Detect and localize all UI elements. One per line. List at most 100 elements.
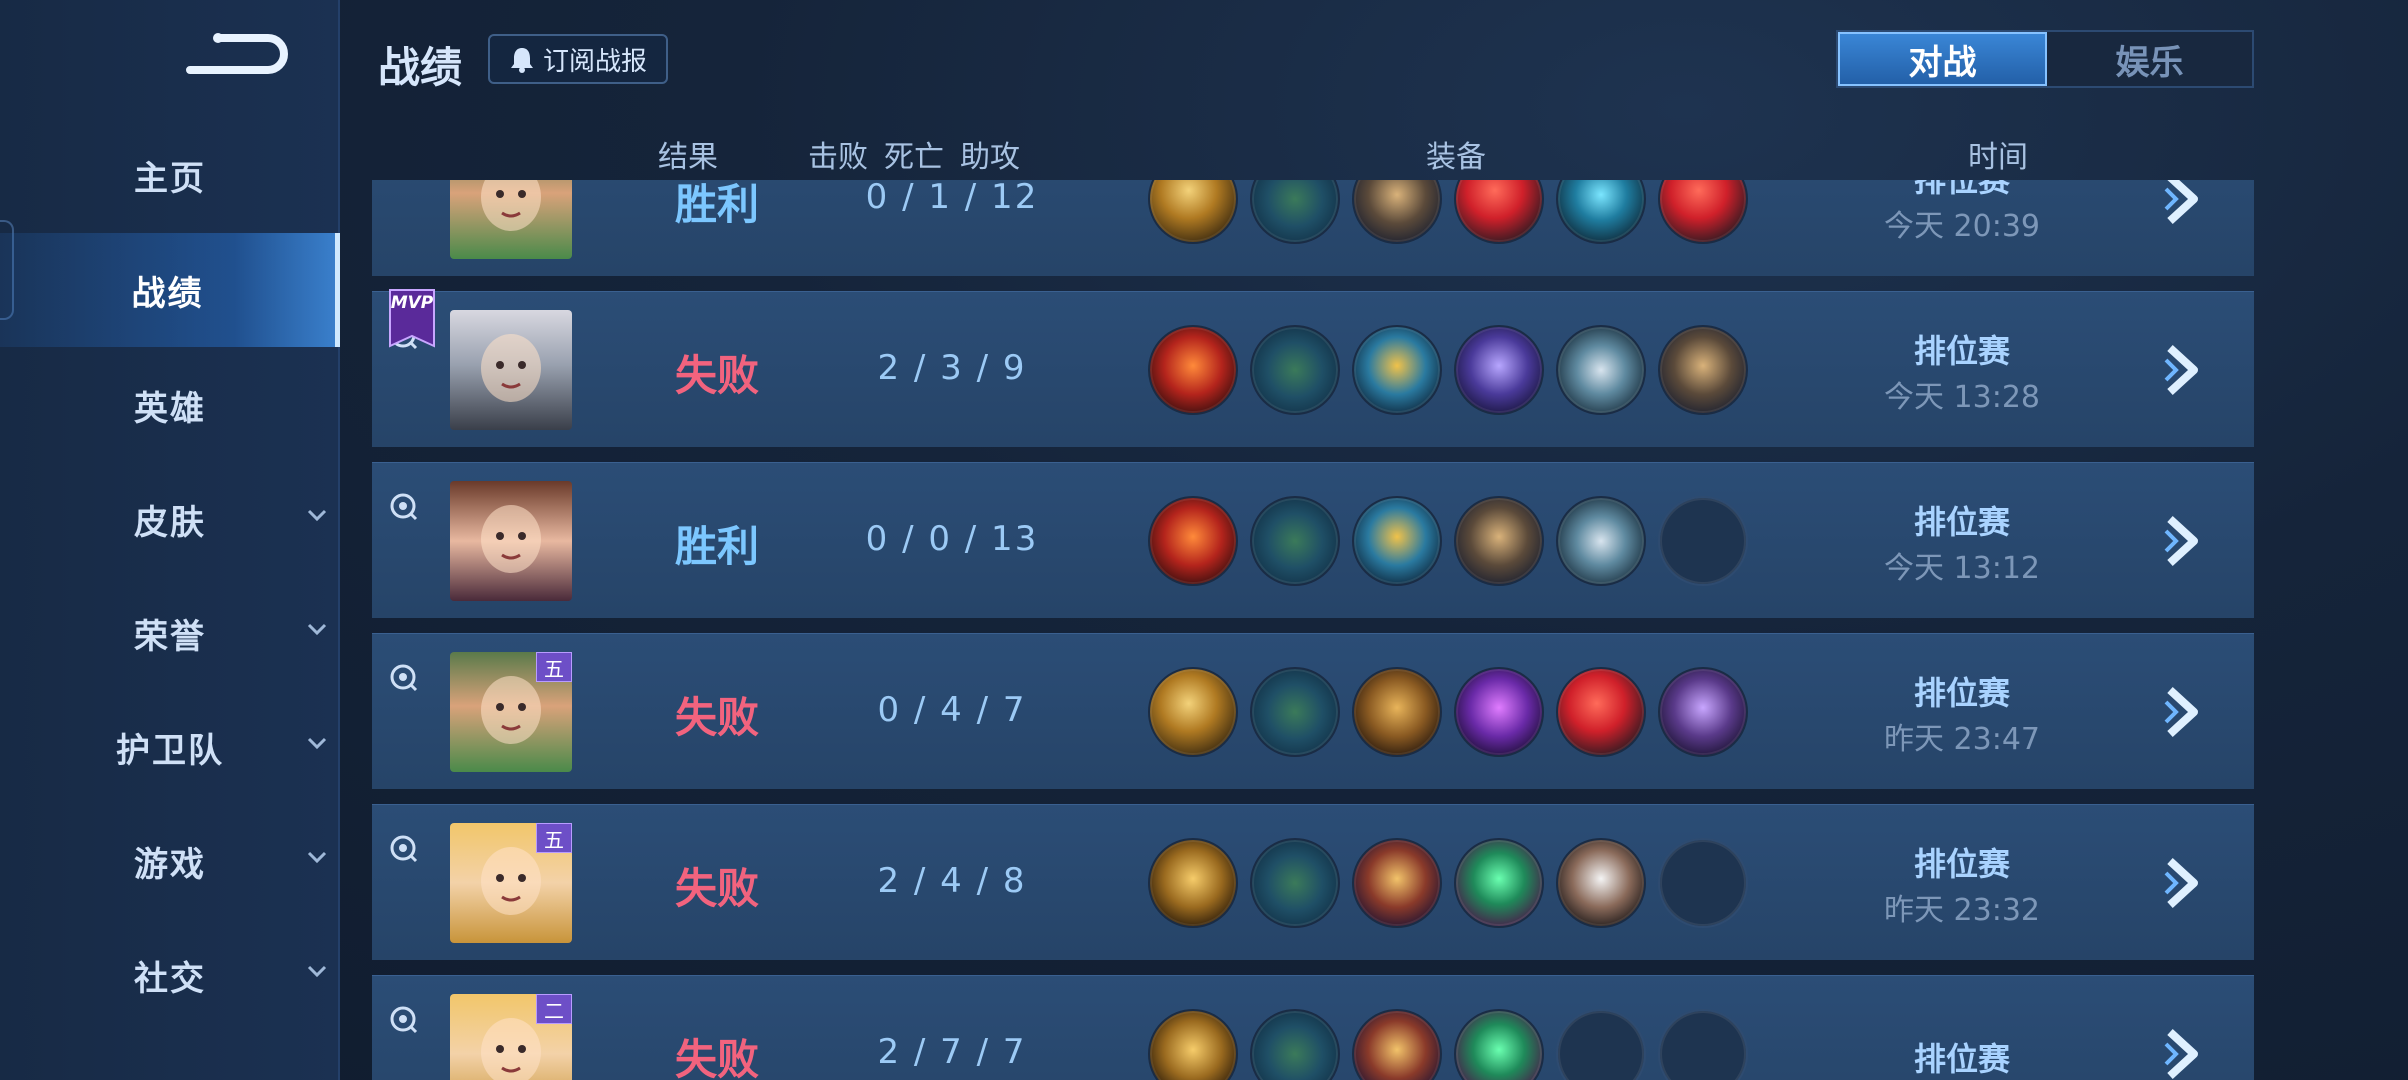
back-icon[interactable] [180, 28, 290, 84]
equipment-list [1148, 667, 1748, 757]
kda-stats: 0 / 1 / 12 [865, 180, 1039, 217]
white-robe-icon [1556, 838, 1646, 928]
armor-icon [1454, 496, 1544, 586]
equipment-list [1148, 1009, 1748, 1080]
silver-belt-icon [1556, 325, 1646, 415]
rank-badge: 五 [536, 652, 572, 682]
chevron-right-icon[interactable] [2162, 342, 2206, 398]
match-result: 失败 [674, 864, 759, 913]
rank-badge: 二 [536, 994, 572, 1024]
sidebar-item-label: 荣誉 [134, 616, 206, 657]
sidebar-item-game[interactable]: 游戏 [0, 804, 340, 918]
column-header-deaths: 死亡 [884, 140, 944, 175]
match-time: 昨天 23:47 [1884, 722, 2040, 757]
chevron-right-icon[interactable] [2162, 180, 2206, 227]
empty-item-slot [1658, 838, 1748, 928]
match-row[interactable]: 二失败 2 / 7 / 7 排位赛 [372, 975, 2254, 1080]
silver-belt-icon [1556, 496, 1646, 586]
match-row[interactable]: 五失败 0 / 4 / 7 排位赛 昨天 23:47 [372, 633, 2254, 789]
green-gem-icon [1454, 1009, 1544, 1080]
replay-icon[interactable] [388, 662, 418, 692]
replay-icon[interactable] [388, 1004, 418, 1034]
chevron-right-icon[interactable] [2162, 1026, 2206, 1080]
hero-avatar [450, 481, 572, 601]
sidebar-item-guard[interactable]: 护卫队 [0, 690, 340, 804]
tab-entertainment[interactable]: 娱乐 [2047, 32, 2252, 86]
gold-wings-icon [1352, 496, 1442, 586]
replay-icon[interactable] [388, 491, 418, 521]
rank-badge: 五 [536, 823, 572, 853]
sidebar-item-home[interactable]: 主页 [0, 118, 340, 232]
chevron-down-icon [307, 851, 327, 864]
match-row[interactable]: MVP 失败 2 / 3 / 9 排位赛 今天 13:28 [372, 289, 2254, 447]
equipment-list [1148, 496, 1748, 586]
sidebar-item-label: 英雄 [134, 388, 206, 429]
hero-portrait-icon [481, 505, 541, 573]
match-result: 胜利 [674, 180, 759, 229]
sidebar: 主页 战绩 英雄 皮肤 荣誉 护卫队 游戏 社交 [0, 0, 340, 1080]
sidebar-item-label: 社交 [134, 958, 206, 999]
sidebar-item-honors[interactable]: 荣誉 [0, 576, 340, 690]
gold-shield-icon [1148, 838, 1238, 928]
match-result: 失败 [674, 693, 759, 742]
sidebar-item-social[interactable]: 社交 [0, 918, 340, 1032]
chevron-right-icon[interactable] [2162, 855, 2206, 911]
empty-item-slot [1658, 1009, 1748, 1080]
kda-stats: 2 / 3 / 9 [877, 348, 1027, 388]
red-gem-icon [1454, 180, 1544, 244]
kda-stats: 2 / 7 / 7 [877, 1032, 1027, 1072]
match-row[interactable]: 五失败 2 / 4 / 8 排位赛 昨天 23:32 [372, 804, 2254, 960]
mvp-badge-icon: MVP [389, 289, 435, 348]
red-orb-icon [1148, 325, 1238, 415]
svg-text:MVP: MVP [391, 293, 434, 313]
gold-shield-icon [1148, 1009, 1238, 1080]
cyan-axe-icon [1556, 180, 1646, 244]
match-result: 胜利 [674, 522, 759, 571]
red-orb-icon [1148, 496, 1238, 586]
gold-staff-icon [1148, 180, 1238, 244]
match-row[interactable]: 胜利 0 / 1 / 12 排位赛 今天 20:39 [372, 180, 2254, 276]
chevron-down-icon [307, 509, 327, 522]
match-mode: 排位赛 [1913, 503, 2010, 541]
match-mode: 排位赛 [1913, 332, 2010, 370]
subscribe-report-button[interactable]: 订阅战报 [488, 34, 668, 84]
subscribe-label: 订阅战报 [542, 46, 647, 77]
column-header-kills: 击败 [808, 140, 868, 175]
boots-icon [1250, 496, 1340, 586]
kda-stats: 0 / 4 / 7 [877, 690, 1027, 730]
kda-stats: 0 / 0 / 13 [865, 519, 1039, 559]
match-list[interactable]: 胜利 0 / 1 / 12 排位赛 今天 20:39 MVP 失败 2 / 3 / 9排… [372, 180, 2254, 1080]
chevron-down-icon [307, 737, 327, 750]
equipment-list [1148, 838, 1748, 928]
red-gem-icon [1556, 667, 1646, 757]
column-header-time: 时间 [1968, 140, 2028, 175]
match-result: 失败 [674, 1035, 759, 1080]
match-time: 今天 13:12 [1884, 551, 2040, 586]
sidebar-item-label: 护卫队 [116, 730, 224, 771]
column-header-result: 结果 [658, 140, 718, 175]
boots-icon [1250, 667, 1340, 757]
empty-item-slot [1658, 496, 1748, 586]
hero-avatar [450, 180, 572, 259]
tab-battle[interactable]: 对战 [1838, 32, 2047, 86]
sidebar-item-label: 游戏 [134, 844, 206, 885]
replay-icon[interactable] [388, 833, 418, 863]
sidebar-item-skins[interactable]: 皮肤 [0, 462, 340, 576]
match-mode: 排位赛 [1913, 180, 2010, 199]
purple-armor-icon [1454, 325, 1544, 415]
sidebar-item-label: 主页 [134, 158, 206, 199]
chevron-right-icon[interactable] [2162, 513, 2206, 569]
chevron-down-icon [307, 623, 327, 636]
chevron-right-icon[interactable] [2162, 684, 2206, 740]
gold-fist-icon [1352, 667, 1442, 757]
armor-icon [1352, 180, 1442, 244]
match-row[interactable]: 胜利 0 / 0 / 13 排位赛今天 13:12 [372, 462, 2254, 618]
sidebar-item-heroes[interactable]: 英雄 [0, 348, 340, 462]
boots-icon [1250, 1009, 1340, 1080]
bell-icon [510, 48, 533, 73]
sidebar-item-records[interactable]: 战绩 [0, 233, 340, 347]
boots-icon [1250, 180, 1340, 244]
hero-portrait-icon [481, 180, 541, 231]
match-result: 失败 [674, 351, 759, 400]
kda-stats: 2 / 4 / 8 [877, 861, 1027, 901]
